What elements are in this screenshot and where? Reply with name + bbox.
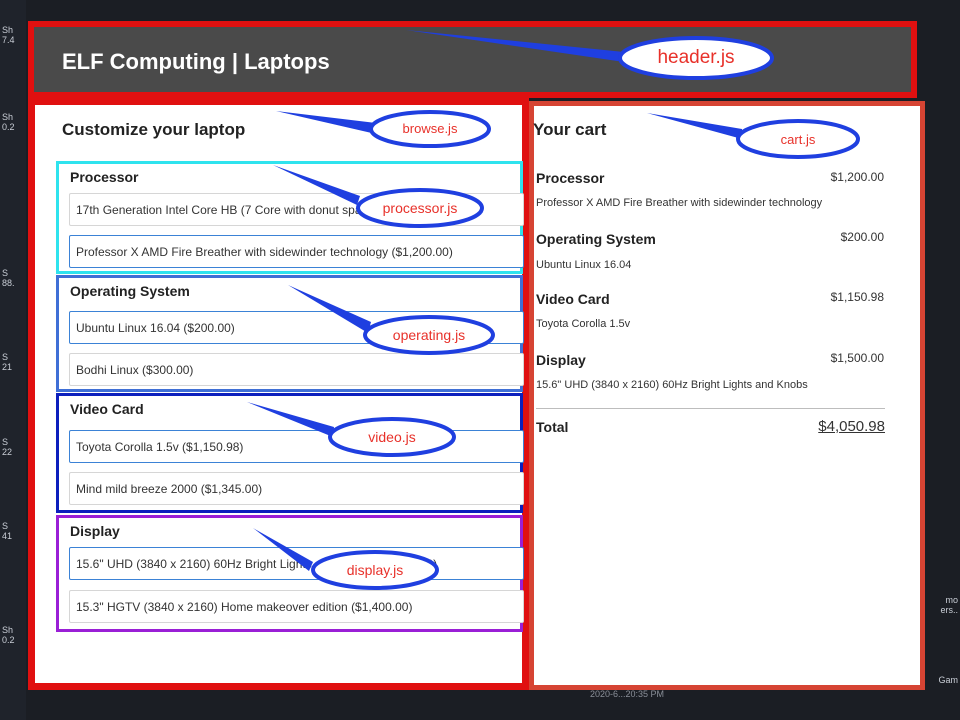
callout-pointer-processor [273, 165, 360, 205]
annotation-label-operating: operating.js [392, 327, 466, 343]
callout-pointer-video [247, 402, 334, 437]
annotation-label-processor: processor.js [382, 200, 458, 216]
callout-pointer-display [253, 528, 313, 571]
callout-pointer-browse [276, 111, 376, 134]
annotation-label-header: header.js [657, 47, 735, 68]
annotation-label-display: display.js [346, 562, 404, 578]
callout-pointer-operating [288, 285, 371, 333]
annotation-label-cart: cart.js [780, 132, 816, 147]
callout-pointer-cart [647, 113, 742, 139]
callout-pointer-header [406, 30, 624, 62]
annotation-label-video: video.js [368, 429, 416, 445]
annotation-layer [247, 30, 860, 590]
annotation-label-browse: browse.js [402, 121, 458, 136]
